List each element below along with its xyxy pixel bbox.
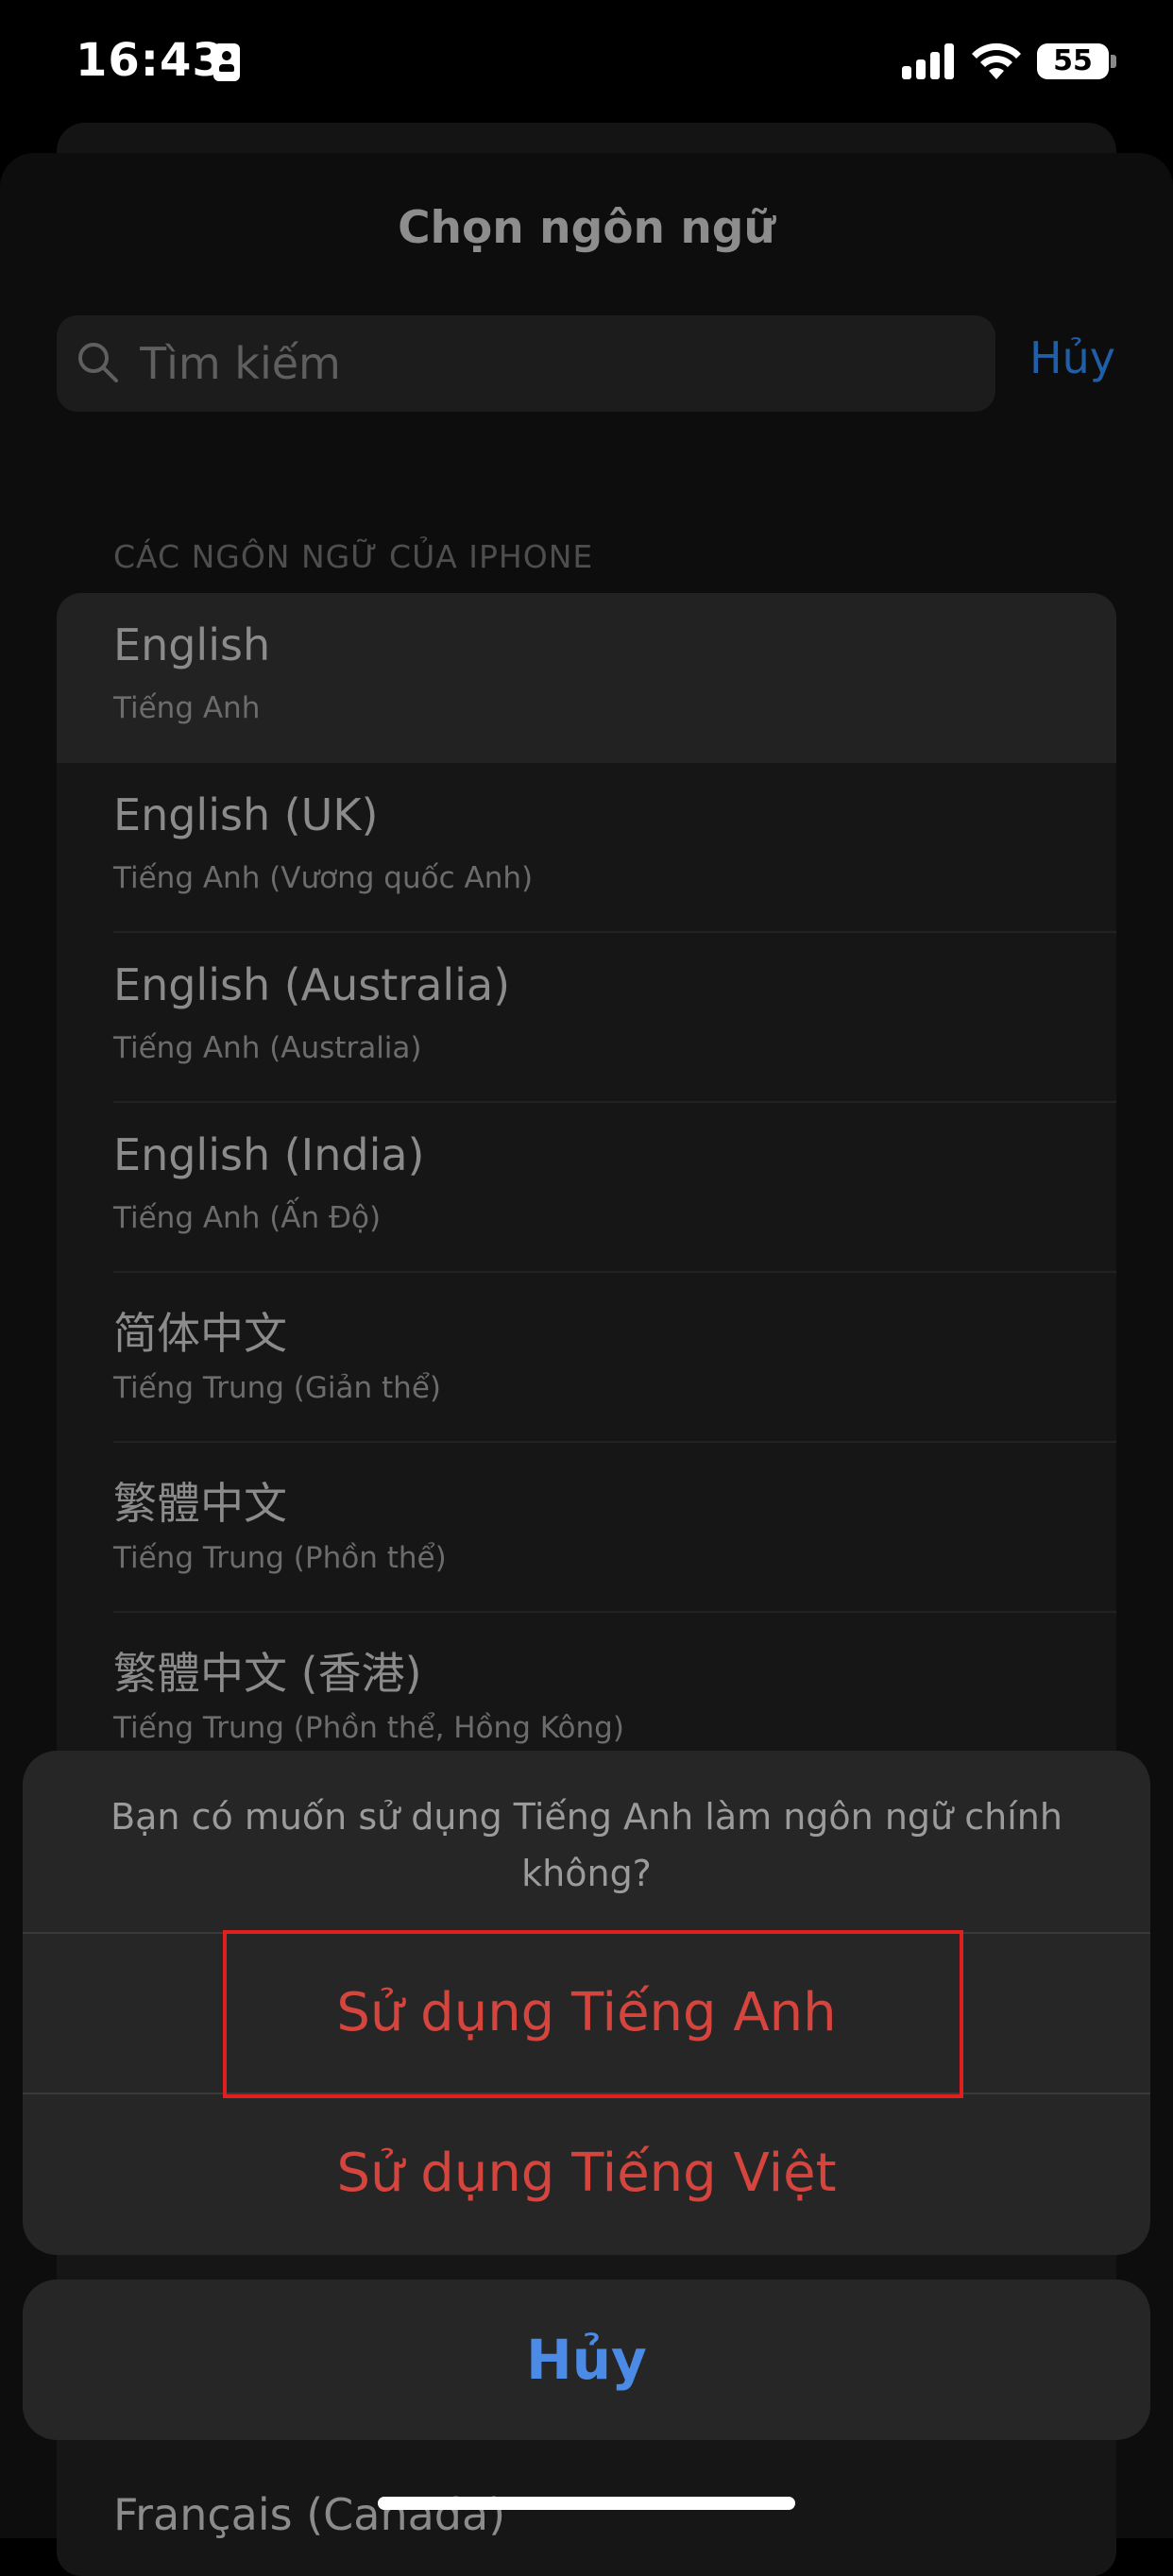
language-subtitle: Tiếng Anh (Vương quốc Anh) xyxy=(113,861,534,895)
language-row-english-india[interactable]: English (India) Tiếng Anh (Ấn Độ) xyxy=(57,1103,1116,1273)
language-subtitle: Tiếng Anh xyxy=(113,691,261,725)
wifi-icon xyxy=(972,42,1021,79)
language-name: English xyxy=(113,619,271,670)
section-header: CÁC NGÔN NGỮ CỦA IPHONE xyxy=(113,538,594,575)
battery-cap xyxy=(1111,55,1116,68)
language-subtitle: Tiếng Trung (Phồn thể, Hồng Kông) xyxy=(113,1711,624,1745)
language-subtitle: Tiếng Trung (Giản thể) xyxy=(113,1371,441,1405)
sheet-title: Chọn ngôn ngữ xyxy=(398,202,775,254)
action-sheet-cancel-button[interactable]: Hủy xyxy=(23,2279,1150,2440)
cellular-signal-icon xyxy=(902,43,955,79)
search-input[interactable] xyxy=(140,315,971,412)
language-row-chinese-traditional[interactable]: 繁體中文 Tiếng Trung (Phồn thể) xyxy=(57,1443,1116,1613)
use-vietnamese-button[interactable]: Sử dụng Tiếng Việt xyxy=(23,2094,1150,2253)
language-name: English (India) xyxy=(113,1129,425,1180)
language-row-chinese-simplified[interactable]: 简体中文 Tiếng Trung (Giản thể) xyxy=(57,1273,1116,1443)
language-name: 繁體中文 xyxy=(113,1478,287,1529)
highlight-annotation xyxy=(223,1930,963,2098)
language-subtitle: Tiếng Anh (Australia) xyxy=(113,1031,422,1065)
cancel-search-button[interactable]: Hủy xyxy=(1029,332,1115,383)
battery-level: 55 xyxy=(1037,43,1109,79)
language-subtitle: Tiếng Anh (Ấn Độ) xyxy=(113,1201,382,1235)
language-row-english-australia[interactable]: English (Australia) Tiếng Anh (Australia… xyxy=(57,933,1116,1103)
language-list: English Tiếng Anh English (UK) Tiếng Anh… xyxy=(57,593,1116,2576)
status-time: 16:43 xyxy=(76,34,225,87)
language-row-english-uk[interactable]: English (UK) Tiếng Anh (Vương quốc Anh) xyxy=(57,763,1116,933)
language-name: 繁體中文 (香港) xyxy=(113,1648,422,1699)
language-subtitle: Tiếng Trung (Phồn thể) xyxy=(113,1541,447,1575)
language-row-english[interactable]: English Tiếng Anh xyxy=(57,593,1116,763)
sim-card-icon xyxy=(213,43,240,81)
language-name: 简体中文 xyxy=(113,1308,287,1359)
search-icon xyxy=(78,343,118,382)
action-sheet-message: Bạn có muốn sử dụng Tiếng Anh làm ngôn n… xyxy=(110,1796,1062,1894)
language-name: English (UK) xyxy=(113,789,379,840)
language-name: English (Australia) xyxy=(113,959,511,1010)
status-bar: 16:43 55 xyxy=(0,0,1173,132)
home-indicator xyxy=(378,2497,795,2510)
